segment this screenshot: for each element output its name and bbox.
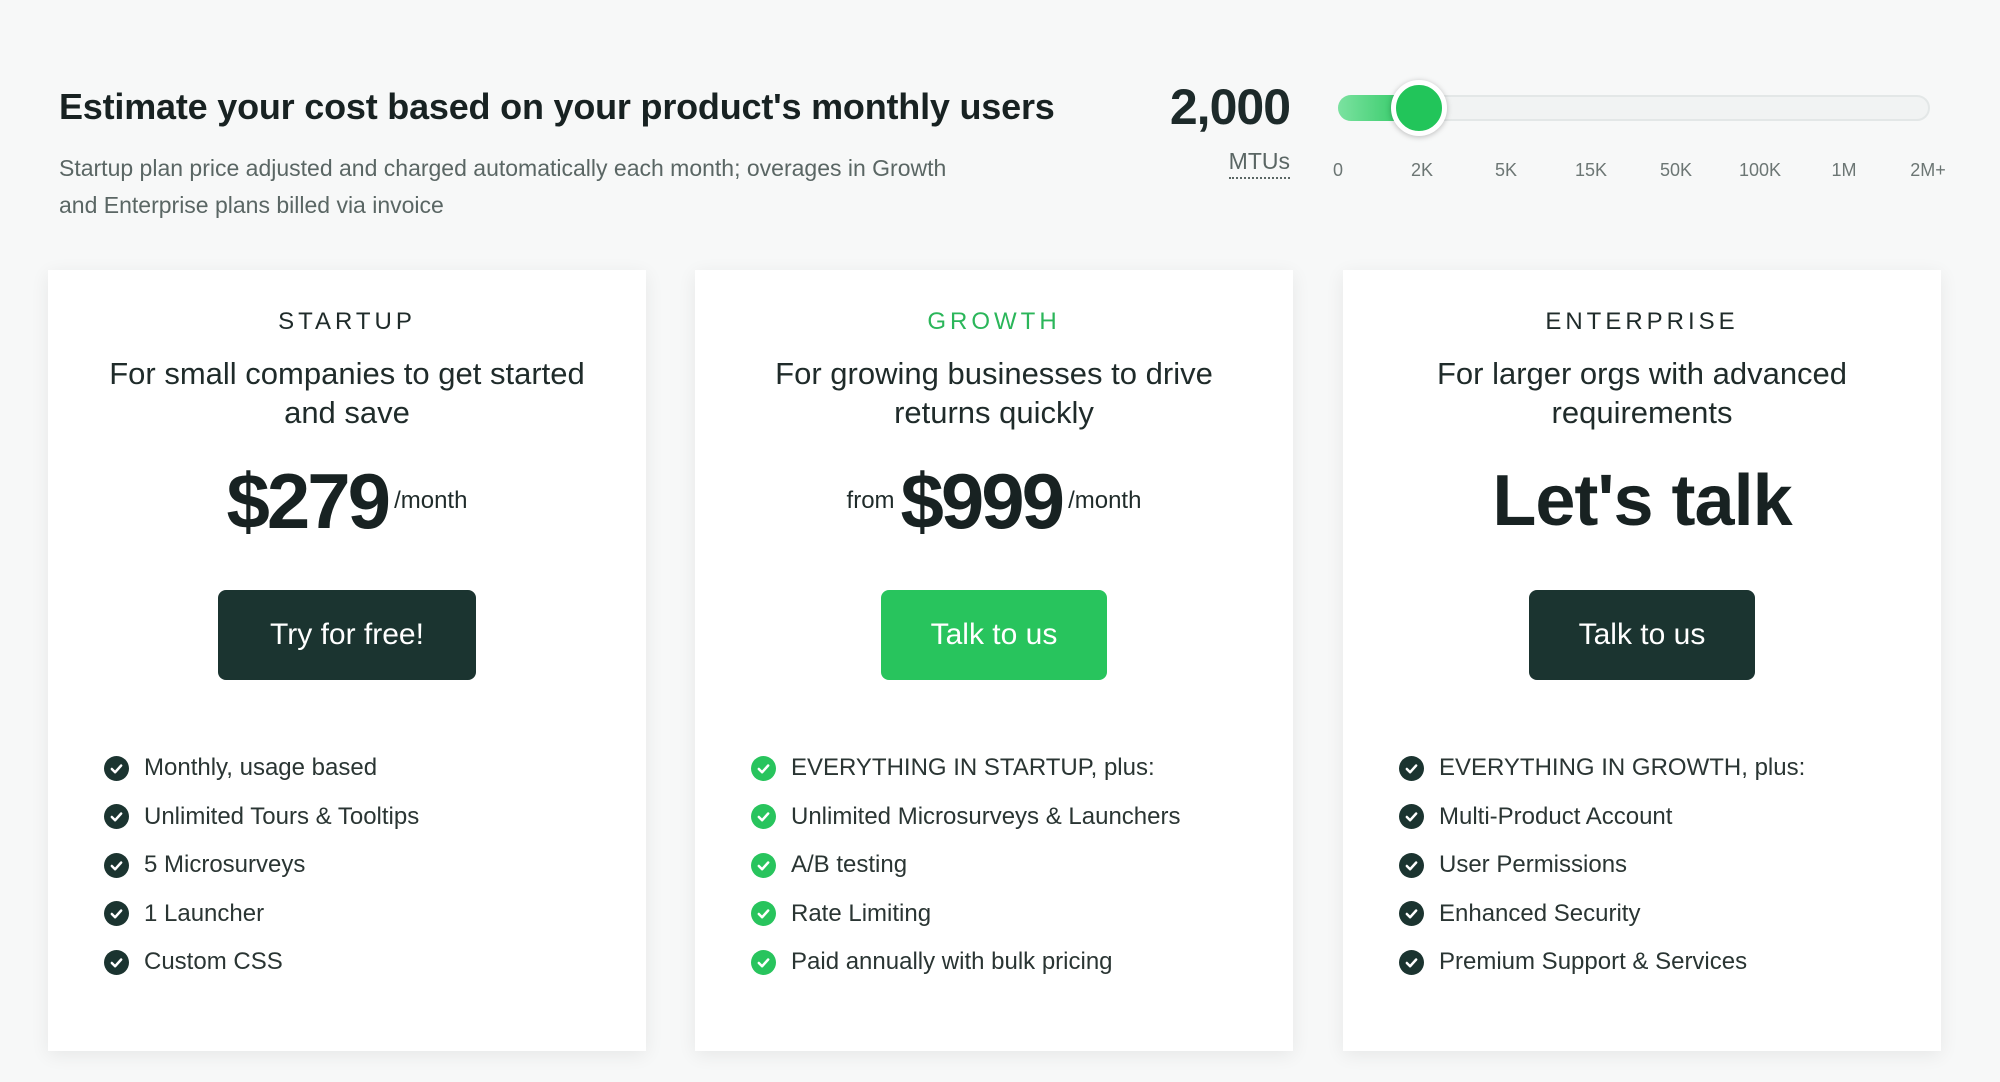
feature-label: Premium Support & Services [1439, 948, 1748, 976]
check-circle-icon [1399, 755, 1424, 781]
try-for-free-button[interactable]: Try for free! [218, 590, 476, 680]
price-row: from $999 /month [695, 456, 1293, 546]
check-circle-icon [104, 852, 129, 878]
feature-label: Unlimited Microsurveys & Launchers [791, 802, 1181, 830]
feature-label: A/B testing [791, 851, 908, 879]
price-prefix: from [846, 487, 895, 514]
mtu-slider[interactable] [1338, 80, 1930, 136]
plan-description: For larger orgs with advanced requiremen… [1436, 356, 1848, 430]
estimator-subtitle: Startup plan price adjusted and charged … [59, 155, 947, 218]
feature-label: 1 Launcher [144, 899, 265, 927]
check-circle-icon [1399, 804, 1424, 830]
tick-label[interactable]: 15K [1575, 160, 1607, 181]
list-item: Rate Limiting [751, 890, 1180, 939]
list-item: 5 Microsurveys [104, 841, 419, 890]
price-row: Let's talk [1343, 456, 1941, 546]
tick-label[interactable]: 5K [1495, 160, 1517, 181]
feature-list: EVERYTHING IN STARTUP, plus: Unlimited M… [751, 744, 1180, 987]
feature-label: Paid annually with bulk pricing [791, 948, 1113, 976]
check-circle-icon [1399, 949, 1424, 975]
list-item: EVERYTHING IN GROWTH, plus: [1399, 744, 1805, 793]
plan-name: ENTERPRISE [1545, 308, 1739, 335]
check-circle-icon [751, 755, 776, 781]
plan-description: For growing businesses to drive returns … [775, 356, 1213, 430]
list-item: 1 Launcher [104, 890, 419, 939]
price-row: $279 /month [48, 456, 646, 546]
talk-to-us-button[interactable]: Talk to us [1529, 590, 1755, 680]
plan-name: GROWTH [927, 308, 1061, 335]
check-circle-icon [1399, 901, 1424, 927]
plan-price: $999 [900, 456, 1066, 545]
list-item: Unlimited Microsurveys & Launchers [751, 793, 1180, 842]
list-item: User Permissions [1399, 841, 1805, 890]
plan-name: STARTUP [278, 308, 416, 335]
check-circle-icon [751, 852, 776, 878]
check-circle-icon [104, 901, 129, 927]
tick-label[interactable]: 0 [1333, 160, 1343, 181]
plan-price: $279 [226, 456, 392, 545]
feature-label: Monthly, usage based [144, 754, 378, 782]
tick-label[interactable]: 50K [1660, 160, 1692, 181]
slider-tick-labels: 0 2K 5K 15K 50K 100K 1M 2M+ [1333, 160, 1958, 190]
plan-card-startup: STARTUP For small companies to get start… [48, 270, 646, 1051]
cost-estimator: Estimate your cost based on your product… [0, 0, 2000, 250]
plan-price: Let's talk [1492, 461, 1792, 541]
list-item: Monthly, usage based [104, 744, 419, 793]
feature-label: Enhanced Security [1439, 899, 1641, 927]
feature-label: EVERYTHING IN STARTUP, plus: [791, 754, 1155, 782]
feature-label: User Permissions [1439, 851, 1628, 879]
check-circle-icon [751, 901, 776, 927]
mtu-unit-label[interactable]: MTUs [1228, 148, 1290, 179]
feature-label: Unlimited Tours & Tooltips [144, 802, 420, 830]
feature-label: 5 Microsurveys [144, 851, 306, 879]
feature-label: Rate Limiting [791, 899, 932, 927]
check-circle-icon [751, 804, 776, 830]
feature-list: EVERYTHING IN GROWTH, plus: Multi-Produc… [1399, 744, 1805, 987]
feature-list: Monthly, usage based Unlimited Tours & T… [104, 744, 419, 987]
list-item: A/B testing [751, 841, 1180, 890]
list-item: EVERYTHING IN STARTUP, plus: [751, 744, 1180, 793]
list-item: Premium Support & Services [1399, 938, 1805, 987]
tick-label[interactable]: 2K [1411, 160, 1433, 181]
check-circle-icon [104, 755, 129, 781]
tick-label[interactable]: 100K [1739, 160, 1781, 181]
check-circle-icon [104, 804, 129, 830]
tick-label[interactable]: 1M [1831, 160, 1856, 181]
price-period: /month [394, 487, 468, 514]
plan-description: For small companies to get started and s… [109, 356, 585, 430]
tick-label[interactable]: 2M+ [1910, 160, 1946, 181]
plan-card-enterprise: ENTERPRISE For larger orgs with advanced… [1343, 270, 1941, 1051]
estimator-title: Estimate your cost based on your product… [59, 86, 1055, 127]
list-item: Unlimited Tours & Tooltips [104, 793, 419, 842]
check-circle-icon [751, 949, 776, 975]
check-circle-icon [1399, 852, 1424, 878]
plan-card-growth: GROWTH For growing businesses to drive r… [695, 270, 1293, 1051]
mtu-count: 2,000 [1169, 79, 1291, 135]
list-item: Paid annually with bulk pricing [751, 938, 1180, 987]
feature-label: Multi-Product Account [1439, 802, 1673, 830]
list-item: Custom CSS [104, 938, 419, 987]
check-circle-icon [104, 949, 129, 975]
slider-thumb[interactable] [1391, 80, 1447, 136]
price-period: /month [1068, 487, 1142, 514]
list-item: Enhanced Security [1399, 890, 1805, 939]
feature-label: EVERYTHING IN GROWTH, plus: [1439, 754, 1806, 782]
talk-to-us-button[interactable]: Talk to us [881, 590, 1107, 680]
feature-label: Custom CSS [144, 948, 283, 976]
list-item: Multi-Product Account [1399, 793, 1805, 842]
